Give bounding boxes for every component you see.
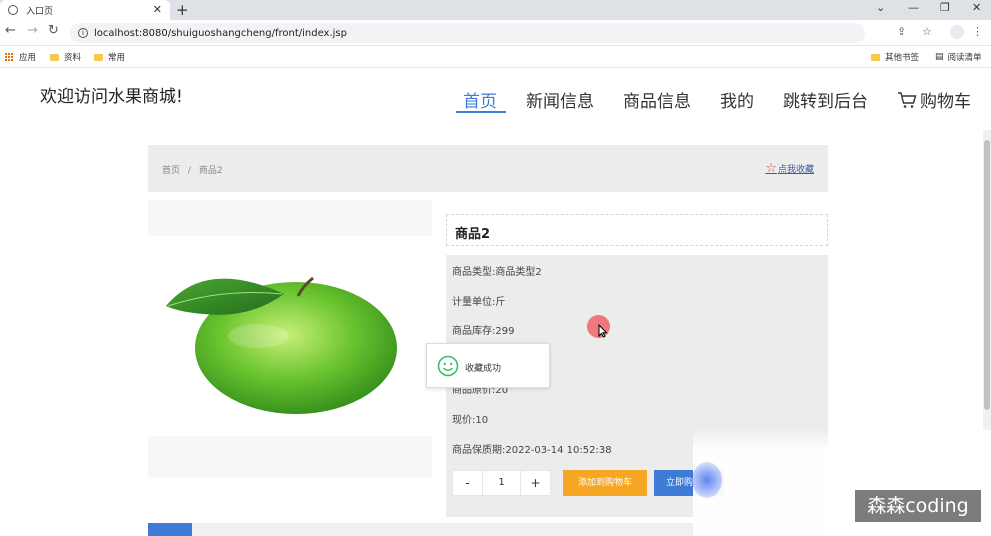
nav-backend[interactable]: 跳转到后台 [783, 87, 868, 112]
breadcrumb-separator: / [187, 166, 191, 176]
watermark: 森森coding [855, 490, 981, 522]
detail-current-price: 现价:10 [452, 415, 489, 426]
globe-icon [8, 5, 18, 15]
bookmark-label: 常用 [108, 53, 126, 63]
folder-icon [94, 53, 103, 61]
nav-active-underline [456, 111, 506, 113]
back-icon[interactable]: ← [5, 23, 16, 38]
green-apple-image [166, 276, 397, 414]
tab-title: 入口页 [26, 6, 54, 17]
product-image [148, 236, 432, 436]
nav-mine[interactable]: 我的 [720, 87, 754, 112]
cart-icon [898, 91, 917, 108]
info-icon[interactable]: i [78, 28, 88, 38]
bookmark-star-icon[interactable]: ☆ [922, 25, 932, 38]
folder-icon [871, 53, 880, 61]
nav-products[interactable]: 商品信息 [623, 87, 691, 112]
quantity-input[interactable]: 1 [483, 470, 520, 496]
bookmark-folder-docs[interactable]: 资料 [50, 51, 81, 63]
favorite-label: 点我收藏 [777, 165, 814, 175]
tab-details[interactable] [148, 523, 192, 536]
share-icon[interactable]: ⇪ [897, 25, 906, 38]
nav-home[interactable]: 首页 [463, 87, 497, 112]
blur-glow [692, 462, 722, 498]
detail-unit: 计量单位:斤 [452, 297, 506, 308]
bookmark-label: 应用 [19, 53, 37, 63]
toast-message: 收藏成功 [465, 364, 502, 374]
nav-cart-label: 购物车 [920, 92, 971, 112]
breadcrumb-bar: 首页 / 商品2 ☆ 点我收藏 [148, 145, 828, 192]
quantity-plus-button[interactable]: + [520, 470, 551, 496]
breadcrumb-current: 商品2 [198, 166, 223, 176]
close-tab-icon[interactable]: ✕ [153, 3, 162, 16]
reload-icon[interactable]: ↻ [48, 23, 59, 38]
welcome-text: 欢迎访问水果商城! [40, 87, 183, 107]
browser-tab[interactable]: 入口页 ✕ [0, 0, 170, 20]
folder-icon [50, 53, 59, 61]
site-header: 欢迎访问水果商城! 首页 新闻信息 商品信息 我的 跳转到后台 购物车 [0, 69, 991, 129]
more-menu-icon[interactable]: ⋮ [972, 25, 983, 38]
browser-tab-strip: 入口页 ✕ + ⌄ — ❐ ✕ [0, 0, 991, 20]
bookmark-apps[interactable]: 应用 [5, 51, 36, 63]
nav-cart[interactable]: 购物车 [897, 87, 971, 112]
restore-button[interactable]: ❐ [940, 1, 950, 14]
breadcrumb-home[interactable]: 首页 [162, 166, 180, 176]
reading-list-icon: ▤ [935, 52, 944, 62]
bookmark-label: 其他书签 [885, 53, 920, 63]
detail-stock: 商品库存:299 [452, 326, 515, 337]
smile-icon [437, 355, 459, 377]
forward-icon[interactable]: → [27, 23, 38, 38]
scrollbar-thumb[interactable] [984, 140, 990, 410]
detail-shelf-life: 商品保质期:2022-03-14 10:52:38 [452, 445, 612, 456]
reading-list[interactable]: ▤ 阅读清单 [935, 51, 982, 63]
toast-notification: 收藏成功 [426, 343, 550, 388]
breadcrumb: 首页 / 商品2 [162, 163, 223, 176]
new-tab-button[interactable]: + [176, 1, 189, 19]
quantity-minus-button[interactable]: - [452, 470, 483, 496]
close-window-button[interactable]: ✕ [972, 1, 981, 14]
address-bar[interactable]: i localhost:8080/shuiguoshangcheng/front… [70, 23, 865, 43]
tab-search-icon[interactable]: ⌄ [876, 1, 885, 14]
bookmark-label: 阅读清单 [947, 53, 982, 63]
favorite-link[interactable]: ☆ 点我收藏 [765, 161, 814, 176]
nav-news[interactable]: 新闻信息 [526, 87, 594, 112]
address-row: ← → ↻ i localhost:8080/shuiguoshangcheng… [0, 20, 991, 46]
add-to-cart-button[interactable]: 添加到购物车 [563, 470, 647, 496]
page-scrollbar[interactable] [983, 130, 991, 430]
bookmarks-bar: 应用 资料 常用 其他书签 ▤ 阅读清单 [0, 46, 991, 68]
product-title-box: 商品2 [446, 214, 828, 246]
minimize-button[interactable]: — [908, 1, 919, 14]
mouse-pointer-icon [598, 324, 608, 338]
apps-grid-icon [5, 53, 13, 61]
bookmark-folder-common[interactable]: 常用 [94, 51, 125, 63]
product-image-panel [148, 200, 432, 478]
detail-category: 商品类型:商品类型2 [452, 267, 542, 278]
bookmark-label: 资料 [64, 53, 82, 63]
profile-avatar[interactable] [950, 25, 964, 39]
star-icon: ☆ [765, 161, 777, 176]
url-text: localhost:8080/shuiguoshangcheng/front/i… [94, 27, 347, 39]
product-title: 商品2 [455, 227, 491, 242]
bookmark-other[interactable]: 其他书签 [871, 51, 919, 63]
